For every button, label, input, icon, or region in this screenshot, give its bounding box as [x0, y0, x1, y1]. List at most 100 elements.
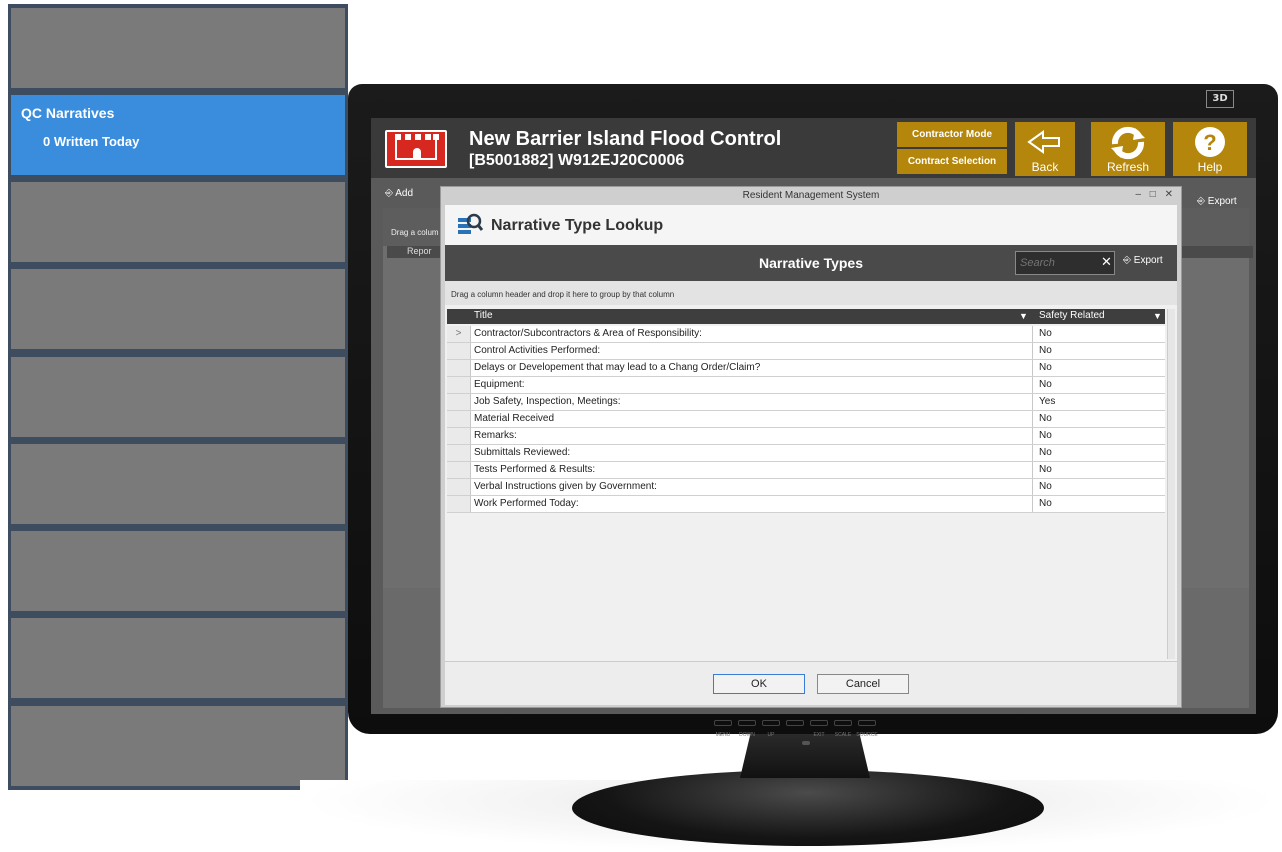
safety-column-header[interactable]: Safety Related: [1039, 310, 1105, 321]
bg-toolbar: ⎆ Add: [385, 188, 413, 199]
add-icon: ⎆: [385, 188, 393, 199]
side-slot-1[interactable]: [11, 8, 345, 88]
menu-button[interactable]: [714, 720, 732, 726]
refresh-button[interactable]: Refresh: [1091, 122, 1165, 176]
side-slot-3[interactable]: [11, 182, 345, 262]
table-row[interactable]: Verbal Instructions given by Government:…: [447, 479, 1165, 496]
dialog-window-title: Resident Management System: [742, 190, 880, 201]
row-title: Contractor/Subcontractors & Area of Resp…: [474, 328, 702, 339]
source-button[interactable]: [858, 720, 876, 726]
search-clear-icon[interactable]: ✕: [1101, 254, 1112, 270]
bg-report-header: Repor: [407, 246, 432, 256]
help-icon: ?: [1195, 127, 1225, 157]
row-title: Job Safety, Inspection, Meetings:: [474, 396, 621, 407]
export-icon: ⎆: [1123, 255, 1134, 266]
table-row[interactable]: Remarks: No: [447, 428, 1165, 445]
help-label: Help: [1197, 160, 1223, 174]
refresh-icon: [1111, 126, 1145, 160]
safety-filter-icon[interactable]: ▼: [1153, 311, 1162, 321]
vertical-scrollbar[interactable]: [1167, 309, 1175, 659]
bg-export-label: Export: [1207, 196, 1237, 207]
ok-button[interactable]: OK: [713, 674, 805, 694]
row-safety: No: [1039, 498, 1052, 509]
dialog-titlebar: Resident Management System – □ ✕: [441, 187, 1181, 205]
current-row-chevron-icon: >: [447, 326, 471, 342]
up-label: UP: [767, 732, 775, 738]
scale-button[interactable]: [834, 720, 852, 726]
cancel-button[interactable]: Cancel: [817, 674, 909, 694]
group-by-area[interactable]: Drag a column header and drop it here to…: [445, 281, 1177, 305]
down-button[interactable]: [738, 720, 756, 726]
table-row[interactable]: Equipment: No: [447, 377, 1165, 394]
qc-narratives-title: QC Narratives: [21, 105, 115, 121]
side-slot-5[interactable]: [11, 357, 345, 437]
lookup-search-icon: [458, 213, 483, 234]
up-button[interactable]: [762, 720, 780, 726]
bg-export-button[interactable]: ⎆ Export: [1197, 196, 1237, 207]
contract-selection-button[interactable]: Contract Selection: [897, 149, 1007, 174]
svg-text:?: ?: [1203, 130, 1216, 155]
table-row[interactable]: Submittals Reviewed: No: [447, 445, 1165, 462]
table-row[interactable]: Control Activities Performed: No: [447, 343, 1165, 360]
export-button[interactable]: ⎆ Export: [1123, 255, 1163, 266]
row-safety: No: [1039, 379, 1052, 390]
row-safety: Yes: [1039, 396, 1056, 407]
table-row[interactable]: Tests Performed & Results: No: [447, 462, 1165, 479]
row-safety: No: [1039, 481, 1052, 492]
table-row[interactable]: Material Received No: [447, 411, 1165, 428]
row-title: Equipment:: [474, 379, 525, 390]
grid-title-bar: Narrative Types ✕ ⎆ Export: [445, 245, 1177, 281]
search-input[interactable]: [1015, 251, 1115, 275]
side-slot-4[interactable]: [11, 269, 345, 349]
side-slot-qc-narratives[interactable]: QC Narratives 0 Written Today: [11, 95, 345, 175]
exit-button[interactable]: [810, 720, 828, 726]
window-controls: – □ ✕: [1129, 187, 1173, 203]
back-label: Back: [1031, 160, 1059, 174]
add-button[interactable]: Add: [395, 188, 413, 199]
row-safety: No: [1039, 345, 1052, 356]
dialog-body: Narrative Type Lookup Narrative Types ✕ …: [445, 205, 1177, 705]
narrative-type-rows: > Contractor/Subcontractors & Area of Res…: [447, 326, 1165, 513]
row-title: Work Performed Today:: [474, 498, 579, 509]
blank-button[interactable]: [786, 720, 804, 726]
refresh-label: Refresh: [1106, 160, 1150, 174]
app-header: New Barrier Island Flood Control [B50018…: [371, 118, 1256, 178]
row-safety: No: [1039, 413, 1052, 424]
row-title: Tests Performed & Results:: [474, 464, 596, 475]
table-row[interactable]: Job Safety, Inspection, Meetings: Yes: [447, 394, 1165, 411]
usace-castle-logo: [385, 130, 447, 168]
side-slot-7[interactable]: [11, 531, 345, 611]
side-slot-8[interactable]: [11, 618, 345, 698]
side-slot-6[interactable]: [11, 444, 345, 524]
lookup-header: Narrative Type Lookup: [445, 205, 1177, 245]
maximize-icon[interactable]: □: [1150, 189, 1156, 200]
table-row[interactable]: Work Performed Today: No: [447, 496, 1165, 513]
power-led: [802, 741, 810, 745]
bg-drag-hint: Drag a colum: [391, 228, 439, 237]
row-safety: No: [1039, 362, 1052, 373]
title-filter-icon[interactable]: ▼: [1019, 311, 1028, 321]
table-row[interactable]: > Contractor/Subcontractors & Area of Res…: [447, 326, 1165, 343]
row-safety: No: [1039, 430, 1052, 441]
row-safety: No: [1039, 328, 1052, 339]
export-icon: ⎆: [1197, 196, 1208, 207]
row-title: Material Received: [474, 413, 555, 424]
row-title: Submittals Reviewed:: [474, 447, 571, 458]
written-today-count: 0 Written Today: [43, 134, 140, 149]
side-slot-9[interactable]: [11, 706, 345, 786]
minimize-icon[interactable]: –: [1135, 189, 1141, 200]
title-column-header[interactable]: Title: [474, 310, 493, 321]
row-safety: No: [1039, 447, 1052, 458]
monitor-stand-base: [572, 770, 1044, 846]
close-icon[interactable]: ✕: [1165, 189, 1173, 200]
help-button[interactable]: ? Help: [1173, 122, 1247, 176]
contractor-mode-home-button[interactable]: Contractor Mode Home: [897, 122, 1007, 165]
export-label: Export: [1133, 255, 1163, 266]
row-title: Delays or Developement that may lead to …: [474, 362, 761, 373]
back-button[interactable]: Back: [1015, 122, 1075, 176]
project-title: New Barrier Island Flood Control: [469, 128, 782, 150]
narrative-type-lookup-dialog: Resident Management System – □ ✕ Narrati…: [440, 186, 1182, 708]
side-panel: QC Narratives 0 Written Today: [8, 4, 348, 790]
column-header-row: Title ▼ Safety Related ▼: [447, 309, 1165, 324]
table-row[interactable]: Delays or Developement that may lead to …: [447, 360, 1165, 377]
